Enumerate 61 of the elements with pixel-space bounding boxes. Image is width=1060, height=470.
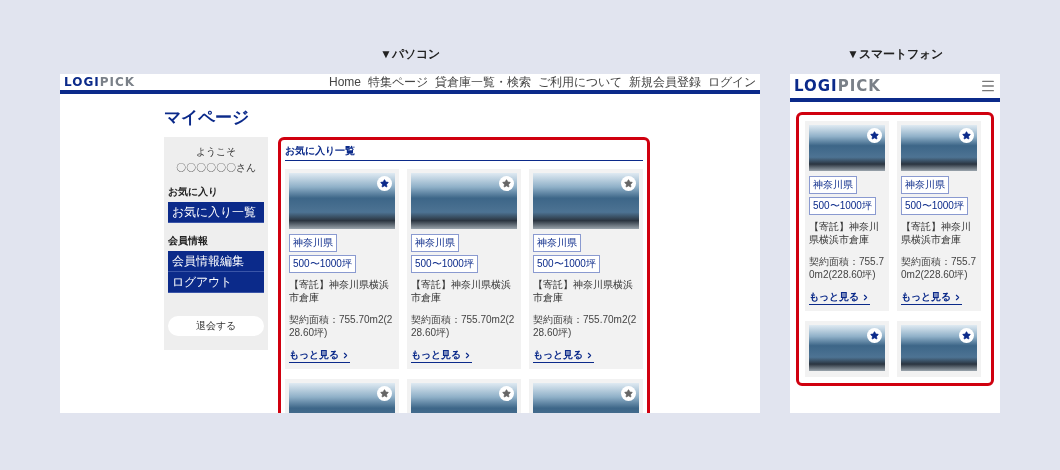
tag: 500〜1000坪 [901,197,968,215]
sidebar-item[interactable]: 会員情報編集 [168,251,264,272]
favorite-star-icon[interactable] [621,176,636,191]
withdraw-button[interactable]: 退会する [168,316,264,336]
logo[interactable]: LOGIPICK [794,77,881,95]
favorite-star-icon[interactable] [959,128,974,143]
tag: 500〜1000坪 [533,255,600,273]
favorite-star-icon[interactable] [959,328,974,343]
page-title: マイページ [164,107,249,129]
chevron-right-icon [341,350,350,360]
property-title: 【寄託】神奈川県横浜市倉庫 [901,220,972,246]
favorite-star-icon[interactable] [377,176,392,191]
sidebar-item[interactable]: お気に入り一覧 [168,202,264,223]
property-title: 【寄託】神奈川県横浜市倉庫 [411,278,512,304]
nav-link[interactable]: 特集ページ [368,74,428,90]
nav-link[interactable]: 新規会員登録 [629,74,701,90]
favorite-star-icon[interactable] [377,386,392,401]
contract-area-text: 契約面積：755.70m2(228.60坪) [411,313,516,339]
tag: 500〜1000坪 [411,255,478,273]
chevron-right-icon [585,350,594,360]
favorite-star-icon[interactable] [621,386,636,401]
more-link[interactable]: もっと見る [411,348,472,363]
contract-area-text: 契約面積：755.70m2(228.60坪) [289,313,394,339]
tag: 神奈川県 [901,176,949,194]
nav-link[interactable]: 貸倉庫一覧・検索 [435,74,531,90]
more-link[interactable]: もっと見る [289,348,350,363]
more-link[interactable]: もっと見る [901,290,962,305]
favorite-star-icon[interactable] [499,386,514,401]
contract-area-text: 契約面積：755.70m2(228.60坪) [809,255,885,281]
tag: 500〜1000坪 [809,197,876,215]
favorite-star-icon[interactable] [867,128,882,143]
property-title: 【寄託】神奈川県横浜市倉庫 [533,278,634,304]
tag: 神奈川県 [411,234,459,252]
sidebar-item[interactable]: ログアウト [168,272,264,293]
nav-link[interactable]: ログイン [708,74,756,90]
favorite-star-icon[interactable] [867,328,882,343]
chevron-right-icon [463,350,472,360]
contract-area-text: 契約面積：755.70m2(228.60坪) [533,313,638,339]
tag: 神奈川県 [533,234,581,252]
nav-link[interactable]: Home [329,74,361,90]
user-name: 〇〇〇〇〇〇さん [175,161,257,174]
property-title: 【寄託】神奈川県横浜市倉庫 [809,220,880,246]
tag: 神奈川県 [809,176,857,194]
tag: 500〜1000坪 [289,255,356,273]
contract-area-text: 契約面積：755.70m2(228.60坪) [901,255,977,281]
nav-link[interactable]: ご利用について [538,74,622,90]
chevron-right-icon [861,292,870,302]
property-title: 【寄託】神奈川県横浜市倉庫 [289,278,390,304]
more-link[interactable]: もっと見る [533,348,594,363]
section-heading: お気に入り一覧 [285,142,643,161]
chevron-right-icon [953,292,962,302]
favorite-star-icon[interactable] [499,176,514,191]
menu-icon[interactable] [980,78,996,94]
greeting-text: ようこそ [195,145,237,158]
sidebar-heading: お気に入り [168,185,219,199]
more-link[interactable]: もっと見る [809,290,870,305]
section-label: ▼スマートフォン [847,46,943,63]
sidebar-heading: 会員情報 [168,234,209,248]
tag: 神奈川県 [289,234,337,252]
section-label: ▼パソコン [380,46,440,63]
logo[interactable]: LOGI PICK [64,75,136,89]
